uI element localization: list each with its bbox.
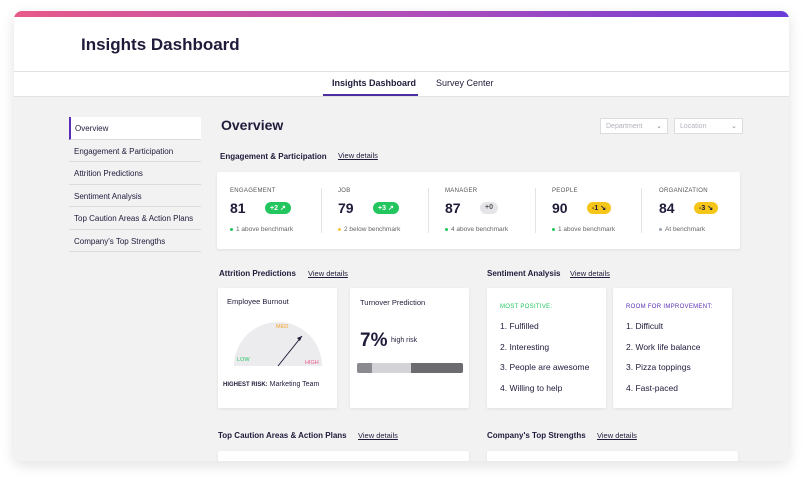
trend-down-icon: ↘ (707, 205, 714, 212)
active-tab-indicator (323, 94, 418, 96)
location-dropdown-label: Location (680, 123, 707, 130)
metric-manager: MANAGER 87 +0 4 above benchmark (445, 172, 535, 249)
trend-badge: +2 ↗ (265, 202, 291, 214)
list-item: 3. People are awesome (500, 362, 590, 372)
engagement-section-title: Engagement & Participation (220, 152, 327, 161)
list-item: 4. Willing to help (500, 383, 563, 393)
gauge-label-high: HIGH (305, 360, 319, 366)
chevron-down-icon: ⌄ (731, 123, 737, 130)
location-dropdown[interactable]: Location ⌄ (674, 118, 743, 134)
status-dot-icon (230, 227, 233, 231)
trend-up-icon: ↗ (279, 205, 286, 212)
benchmark-text: 4 above benchmark (445, 226, 508, 233)
room-for-improvement-heading: ROOM FOR IMPROVEMENT: (626, 304, 713, 310)
divider (321, 188, 322, 233)
trend-badge: +3 ↗ (373, 202, 399, 214)
chevron-down-icon: ⌄ (656, 123, 662, 130)
top-tabs: Insights Dashboard Survey Center (14, 72, 789, 97)
metric-label: JOB (338, 188, 351, 194)
gauge-label-med: MED (276, 324, 289, 330)
turnover-title: Turnover Prediction (360, 298, 426, 307)
turnover-risk-bar (357, 363, 463, 373)
metric-value: 81 (230, 200, 246, 216)
attrition-view-details-link[interactable]: View details (308, 269, 348, 278)
metric-engagement: ENGAGEMENT 81 +2 ↗ 1 above benchmark (230, 172, 320, 249)
tab-survey-center[interactable]: Survey Center (436, 78, 494, 88)
list-item: 1. Fulfilled (500, 321, 539, 331)
metric-label: ENGAGEMENT (230, 188, 276, 194)
divider (535, 188, 536, 233)
strengths-section-title: Company's Top Strengths (487, 431, 586, 440)
sentiment-section-title: Sentiment Analysis (487, 269, 561, 278)
most-positive-card: MOST POSITIVE: 1. Fulfilled 2. Interesti… (487, 288, 606, 408)
status-dot-icon (338, 227, 341, 231)
turnover-percent: 7% (360, 330, 388, 351)
metric-organization: ORGANIZATION 84 -3 ↘ At benchmark (659, 172, 739, 249)
divider (641, 188, 642, 233)
metric-value: 79 (338, 200, 354, 216)
metric-value: 84 (659, 200, 675, 216)
risk-bar-low-segment (357, 363, 372, 373)
highest-risk-text: HIGHEST RISK: Marketing Team (223, 381, 320, 388)
page-title: Insights Dashboard (81, 35, 240, 54)
status-dot-icon (552, 227, 555, 231)
metric-label: MANAGER (445, 188, 478, 194)
trend-badge: -1 ↘ (587, 202, 612, 214)
metric-value: 87 (445, 200, 461, 216)
status-dot-icon (445, 227, 448, 231)
divider (428, 188, 429, 233)
benchmark-text: 2 below benchmark (338, 226, 400, 233)
sidebar-item-attrition[interactable]: Attrition Predictions (69, 162, 201, 185)
risk-bar-high-segment (411, 363, 463, 373)
turnover-risk-label: high risk (391, 337, 418, 344)
list-item: 2. Interesting (500, 342, 550, 352)
sidebar-item-sentiment[interactable]: Sentiment Analysis (69, 185, 201, 207)
department-dropdown[interactable]: Department ⌄ (600, 118, 668, 134)
caution-card (218, 451, 469, 461)
metric-label: PEOPLE (552, 188, 578, 194)
strengths-card (487, 451, 738, 461)
list-item: 1. Difficult (626, 321, 664, 331)
metric-value: 90 (552, 200, 568, 216)
app-header: Insights Dashboard (14, 17, 789, 72)
tab-insights-dashboard[interactable]: Insights Dashboard (332, 78, 416, 88)
burnout-title: Employee Burnout (227, 297, 289, 306)
list-item: 3. Pizza toppings (626, 362, 691, 372)
attrition-section-title: Attrition Predictions (219, 269, 296, 278)
trend-down-icon: ↘ (600, 205, 607, 212)
employee-burnout-card: Employee Burnout MED LOW HIGH HIGHEST RI… (218, 288, 337, 408)
most-positive-heading: MOST POSITIVE: (500, 304, 553, 310)
sentiment-view-details-link[interactable]: View details (570, 269, 610, 278)
gauge-label-low: LOW (237, 357, 250, 363)
caution-section-title: Top Caution Areas & Action Plans (218, 431, 347, 440)
benchmark-text: 1 above benchmark (552, 226, 615, 233)
metric-label: ORGANIZATION (659, 188, 708, 194)
sidebar-item-engagement[interactable]: Engagement & Participation (69, 140, 201, 162)
list-item: 2. Work life balance (626, 342, 701, 352)
benchmark-text: At benchmark (659, 226, 705, 233)
department-dropdown-label: Department (606, 123, 643, 130)
metric-people: PEOPLE 90 -1 ↘ 1 above benchmark (552, 172, 642, 249)
engagement-metrics-card: ENGAGEMENT 81 +2 ↗ 1 above benchmark JOB… (217, 172, 740, 249)
caution-view-details-link[interactable]: View details (358, 431, 398, 440)
sidebar-nav: Overview Engagement & Participation Attr… (69, 117, 201, 252)
turnover-prediction-card: Turnover Prediction 7% high risk (350, 288, 469, 408)
section-heading-overview: Overview (221, 117, 284, 133)
strengths-view-details-link[interactable]: View details (597, 431, 637, 440)
metric-job: JOB 79 +3 ↗ 2 below benchmark (338, 172, 428, 249)
list-item: 4. Fast-paced (626, 383, 678, 393)
sidebar-item-strengths[interactable]: Company's Top Strengths (69, 230, 201, 252)
trend-up-icon: ↗ (387, 205, 394, 212)
sidebar-item-overview[interactable]: Overview (69, 117, 201, 140)
sidebar-item-caution[interactable]: Top Caution Areas & Action Plans (69, 207, 201, 230)
trend-badge: +0 (480, 202, 498, 214)
trend-badge: -3 ↘ (694, 202, 719, 214)
dashboard-window: Insights Dashboard Insights Dashboard Su… (14, 11, 789, 461)
room-for-improvement-card: ROOM FOR IMPROVEMENT: 1. Difficult 2. Wo… (613, 288, 732, 408)
benchmark-text: 1 above benchmark (230, 226, 293, 233)
status-dot-icon (659, 227, 662, 231)
engagement-view-details-link[interactable]: View details (338, 151, 378, 160)
